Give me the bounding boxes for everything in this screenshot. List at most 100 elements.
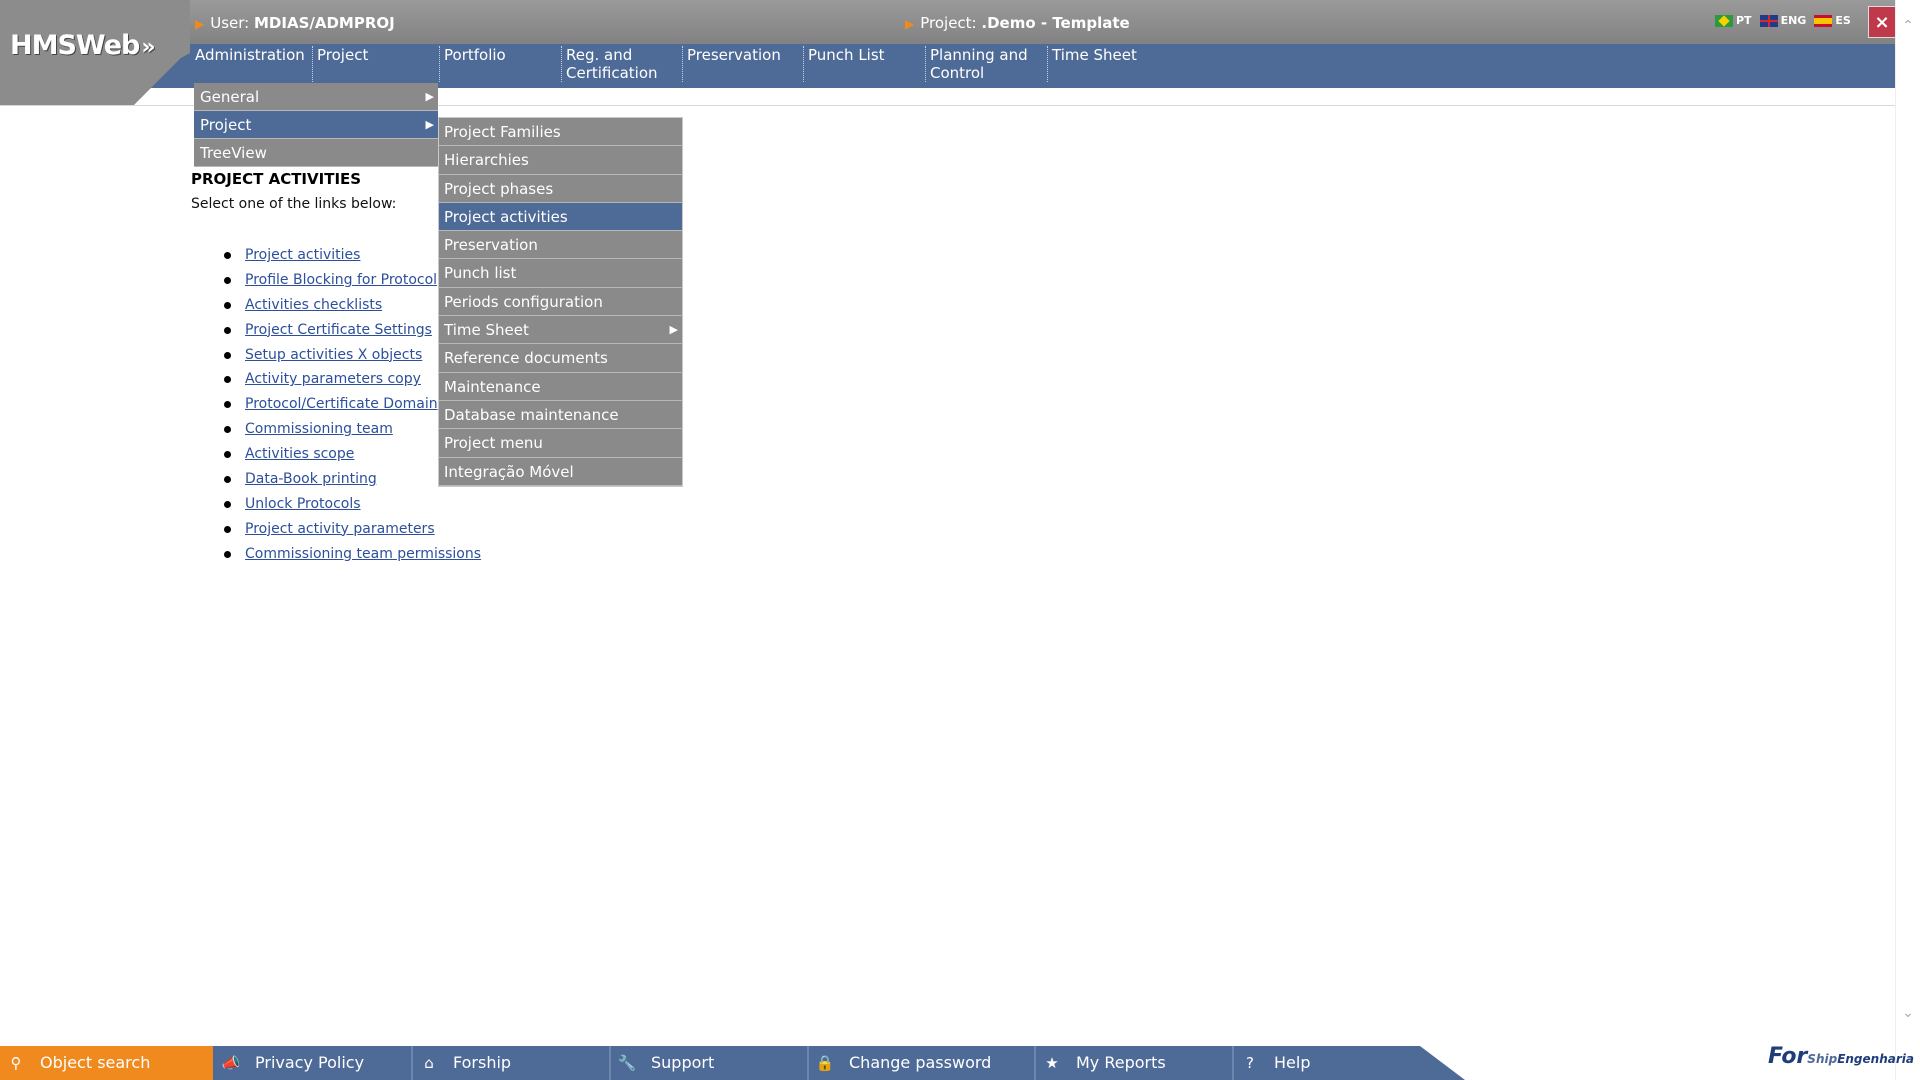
nav-punch-list-label: Punch List xyxy=(808,46,885,64)
link-project-certificate-settings[interactable]: Project Certificate Settings xyxy=(245,321,432,339)
footer-object-search[interactable]: ⚲ Object search xyxy=(0,1046,213,1080)
project-value: .Demo - Template xyxy=(981,14,1130,32)
footer-label: Object search xyxy=(40,1053,151,1072)
project-arrow-icon: ▶ xyxy=(905,17,915,31)
submenu-reference-documents[interactable]: Reference documents xyxy=(439,344,682,373)
link-profile-blocking[interactable]: Profile Blocking for Protocol xyxy=(245,271,437,289)
administration-dropdown: General ▶ Project ▶ TreeView xyxy=(194,83,438,167)
link-activity-parameters-copy[interactable]: Activity parameters copy xyxy=(245,370,421,388)
menu-project-label: Project xyxy=(200,116,252,134)
nav-planning-control[interactable]: Planning and Control xyxy=(926,46,1028,84)
link-commissioning-team-permissions[interactable]: Commissioning team permissions xyxy=(245,545,481,563)
footer-label: Privacy Policy xyxy=(255,1053,365,1072)
submenu-label: Project phases xyxy=(444,179,554,198)
submenu-label: Hierarchies xyxy=(444,151,529,170)
forship-brand-logo[interactable]: ForShipEngenharia xyxy=(1768,1044,1914,1069)
footer-label: My Reports xyxy=(1076,1053,1166,1072)
scroll-down-icon[interactable]: ⌄ xyxy=(1900,1005,1916,1021)
menu-general[interactable]: General ▶ xyxy=(194,83,438,111)
user-arrow-icon: ▶ xyxy=(195,17,205,31)
nav-portfolio[interactable]: Portfolio xyxy=(440,46,506,84)
submenu-project-menu[interactable]: Project menu xyxy=(439,429,682,458)
app-window: HMSWeb» ▶ User: MDIAS/ADMPROJ ▶ Project: .… xyxy=(0,0,1920,1080)
link-unlock-protocols[interactable]: Unlock Protocols xyxy=(245,495,361,513)
home-icon: ⌂ xyxy=(424,1054,434,1072)
submenu-punch-list[interactable]: Punch list xyxy=(439,259,682,288)
nav-administration[interactable]: Administration xyxy=(191,46,305,84)
lang-pt[interactable]: PT xyxy=(1715,14,1752,27)
link-project-activities[interactable]: Project activities xyxy=(245,246,360,264)
menu-treeview[interactable]: TreeView xyxy=(194,139,438,167)
submenu-hierarchies[interactable]: Hierarchies xyxy=(439,146,682,175)
nav-reg-label-line1: Reg. and xyxy=(566,46,633,64)
bullet-icon xyxy=(224,276,231,284)
footer-label: Help xyxy=(1274,1053,1311,1072)
submenu-periods-configuration[interactable]: Periods configuration xyxy=(439,287,682,317)
submenu-project-families[interactable]: Project Families xyxy=(439,118,682,147)
footer-label: Forship xyxy=(453,1053,512,1072)
submenu-label: Reference documents xyxy=(444,349,608,368)
nav-project-label: Project xyxy=(317,46,369,64)
submenu-preservation[interactable]: Preservation xyxy=(439,231,682,260)
nav-time-sheet[interactable]: Time Sheet xyxy=(1048,46,1137,84)
bullet-icon xyxy=(224,451,231,459)
submenu-label: Maintenance xyxy=(444,377,541,396)
footer-privacy-policy[interactable]: 📣 Privacy Policy xyxy=(215,1046,411,1080)
bullet-icon xyxy=(224,252,231,259)
page-title: PROJECT ACTIVITIES xyxy=(191,170,362,188)
nav-planning-label-line2: Control xyxy=(930,64,985,82)
logo-text: HMSWeb xyxy=(10,30,140,61)
app-logo[interactable]: HMSWeb» xyxy=(10,30,156,61)
brand-ship: Ship xyxy=(1807,1052,1838,1066)
link-activities-checklists[interactable]: Activities checklists xyxy=(245,296,382,314)
submenu-label: Project Families xyxy=(444,123,561,141)
bullet-icon xyxy=(224,351,231,359)
bullet-icon xyxy=(224,376,231,384)
lang-eng[interactable]: ENG xyxy=(1759,14,1807,27)
submenu-integracao-movel[interactable]: Integração Móvel xyxy=(439,457,682,486)
submenu-project-phases[interactable]: Project phases xyxy=(439,174,682,203)
nav-project[interactable]: Project xyxy=(313,46,368,84)
close-button[interactable]: × xyxy=(1868,6,1896,38)
project-info: ▶ Project: .Demo - Template xyxy=(905,14,1130,32)
link-protocol-certificate-domain[interactable]: Protocol/Certificate Domain xyxy=(245,395,438,413)
footer-help[interactable]: ? Help xyxy=(1234,1046,1414,1080)
question-icon: ? xyxy=(1246,1054,1254,1072)
brand-for: For xyxy=(1768,1044,1808,1069)
lang-es-label: ES xyxy=(1835,14,1851,27)
nav-punch-list[interactable]: Punch List xyxy=(804,46,885,84)
search-icon: ⚲ xyxy=(10,1054,22,1072)
footer-my-reports[interactable]: ★ My Reports xyxy=(1036,1046,1232,1080)
link-commissioning-team[interactable]: Commissioning team xyxy=(245,420,393,438)
submenu-label: Time Sheet xyxy=(444,321,529,340)
link-data-book-printing[interactable]: Data-Book printing xyxy=(245,470,377,488)
nav-administration-label: Administration xyxy=(195,46,305,64)
link-project-activity-parameters[interactable]: Project activity parameters xyxy=(245,520,435,538)
menu-project[interactable]: Project ▶ xyxy=(194,111,438,139)
nav-preservation[interactable]: Preservation xyxy=(683,46,781,84)
link-setup-activities-objects[interactable]: Setup activities X objects xyxy=(245,346,422,364)
nav-reg-certification[interactable]: Reg. and Certification xyxy=(562,46,658,84)
scroll-up-icon[interactable]: ⌃ xyxy=(1900,18,1916,34)
submenu-arrow-icon: ▶ xyxy=(669,323,678,337)
vertical-scrollbar[interactable]: ⌃ ⌄ xyxy=(1895,0,1920,1080)
submenu-label: Integração Móvel xyxy=(444,462,574,481)
submenu-maintenance[interactable]: Maintenance xyxy=(439,372,682,401)
footer-label: Change password xyxy=(849,1053,992,1072)
lang-pt-label: PT xyxy=(1736,14,1752,27)
footer-forship[interactable]: ⌂ Forship xyxy=(413,1046,609,1080)
uk-flag-icon xyxy=(1759,14,1778,27)
brand-engenharia: Engenharia xyxy=(1837,1052,1914,1066)
bullet-icon xyxy=(224,301,231,309)
star-icon: ★ xyxy=(1045,1054,1059,1072)
submenu-database-maintenance[interactable]: Database maintenance xyxy=(439,400,682,430)
footer-change-password[interactable]: 🔒 Change password xyxy=(809,1046,1034,1080)
submenu-time-sheet[interactable]: Time Sheet ▶ xyxy=(439,316,682,345)
megaphone-icon: 📣 xyxy=(221,1054,241,1072)
lang-es[interactable]: ES xyxy=(1814,14,1851,27)
footer-bar: ⚲ Object search 📣 Privacy Policy ⌂ Forsh… xyxy=(0,1046,1895,1080)
submenu-project-activities[interactable]: Project activities xyxy=(439,202,682,232)
lang-eng-label: ENG xyxy=(1780,14,1807,27)
link-activities-scope[interactable]: Activities scope xyxy=(245,445,354,463)
footer-support[interactable]: 🔧 Support xyxy=(611,1046,807,1080)
